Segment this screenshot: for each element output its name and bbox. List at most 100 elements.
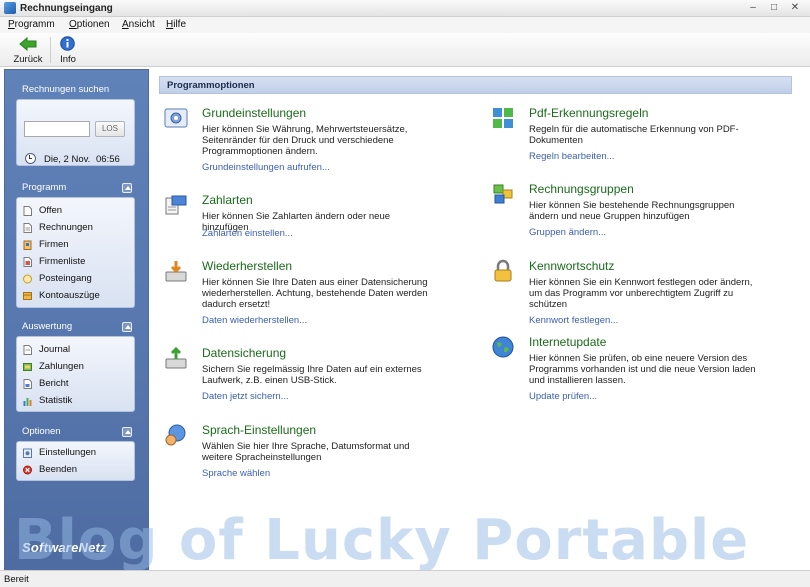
option-description: Hier können Sie prüfen, ob eine neuere V… bbox=[529, 353, 756, 386]
sidebar-item-firmenliste[interactable]: Firmenliste bbox=[23, 255, 128, 270]
sidebar-item-posteingang[interactable]: Posteingang bbox=[23, 272, 128, 287]
info-label: Info bbox=[60, 54, 76, 65]
settings-gear-icon bbox=[164, 108, 188, 128]
option-title[interactable]: Kennwortschutz bbox=[529, 259, 614, 273]
menu-hilfe[interactable]: Hilfe bbox=[166, 19, 186, 30]
option-link[interactable]: Daten jetzt sichern... bbox=[202, 391, 289, 402]
sidebar-item-beenden[interactable]: Beenden bbox=[23, 463, 128, 478]
menu-ansicht[interactable]: Ansicht bbox=[122, 19, 155, 30]
title-bar[interactable]: Rechnungseingang – □ ✕ bbox=[0, 0, 810, 17]
sidebar-item-statistik[interactable]: Statistik bbox=[23, 394, 128, 409]
current-time: 06:56 bbox=[96, 154, 120, 165]
option-title[interactable]: Grundeinstellungen bbox=[202, 106, 306, 120]
option-grundeinstellungen: Grundeinstellungen Hier können Sie Währu… bbox=[164, 106, 454, 176]
programm-panel-header: Programm bbox=[16, 181, 135, 195]
sidebar-item-label: Posteingang bbox=[39, 273, 92, 284]
sidebar-item-kontoauszuege[interactable]: Kontoauszüge bbox=[23, 289, 128, 304]
sidebar-item-label: Offen bbox=[39, 205, 63, 216]
optionen-panel: Einstellungen Beenden bbox=[16, 441, 135, 481]
sidebar-item-bericht[interactable]: Bericht bbox=[23, 377, 128, 392]
programm-panel-title: Programm bbox=[22, 182, 67, 193]
company-list-icon bbox=[23, 257, 32, 267]
option-sprach-einstellungen: Sprach-Einstellungen Wählen Sie hier Ihr… bbox=[164, 423, 454, 483]
back-label: Zurück bbox=[13, 54, 43, 65]
status-bar: Bereit bbox=[0, 570, 810, 587]
status-text: Bereit bbox=[4, 574, 29, 585]
sidebar-item-rechnungen[interactable]: Rechnungen bbox=[23, 221, 128, 236]
option-title[interactable]: Rechnungsgruppen bbox=[529, 182, 634, 196]
option-title[interactable]: Pdf-Erkennungsregeln bbox=[529, 106, 648, 120]
option-title[interactable]: Internetupdate bbox=[529, 335, 606, 349]
maximize-button[interactable]: □ bbox=[765, 1, 783, 15]
optionen-panel-title: Optionen bbox=[22, 426, 61, 437]
option-link[interactable]: Gruppen ändern... bbox=[529, 227, 606, 238]
back-button[interactable]: Zurück bbox=[9, 36, 47, 66]
clock-icon bbox=[25, 153, 36, 164]
restore-icon bbox=[165, 261, 187, 282]
page-title: Programmoptionen bbox=[167, 80, 255, 91]
main-content: Programmoptionen Grundeinstellungen Hier… bbox=[159, 76, 792, 570]
toolbar-divider bbox=[50, 37, 51, 63]
sidebar-item-firmen[interactable]: Firmen bbox=[23, 238, 128, 253]
option-description: Sichern Sie regelmässig Ihre Daten auf e… bbox=[202, 364, 422, 386]
option-datensicherung: Datensicherung Sichern Sie regelmässig I… bbox=[164, 346, 454, 406]
payments-icon bbox=[23, 363, 32, 371]
option-title[interactable]: Zahlarten bbox=[202, 193, 253, 207]
close-button[interactable]: ✕ bbox=[786, 1, 804, 15]
search-panel-title: Rechnungen suchen bbox=[22, 84, 110, 95]
sidebar-item-label: Firmenliste bbox=[39, 256, 86, 267]
backup-icon bbox=[165, 346, 187, 369]
menu-optionen[interactable]: Optionen bbox=[69, 19, 110, 30]
inbox-icon bbox=[23, 274, 32, 284]
option-description: Regeln für die automatische Erkennung vo… bbox=[529, 124, 739, 146]
option-link[interactable]: Kennwort festlegen... bbox=[529, 315, 618, 326]
programm-panel: Offen Rechnungen Firmen Firmenliste Post… bbox=[16, 197, 135, 308]
option-link[interactable]: Daten wiederherstellen... bbox=[202, 315, 307, 326]
watermark: Blog of Lucky Portable bbox=[14, 508, 750, 573]
sidebar-item-zahlungen[interactable]: Zahlungen bbox=[23, 360, 128, 375]
option-link[interactable]: Sprache wählen bbox=[202, 468, 270, 479]
journal-icon bbox=[23, 345, 32, 355]
option-title[interactable]: Sprach-Einstellungen bbox=[202, 423, 316, 437]
option-description: Hier können Sie ein Kennwort festlegen o… bbox=[529, 277, 753, 310]
menu-programm[interactable]: Programm bbox=[8, 19, 55, 30]
option-link[interactable]: Zahlarten einstellen... bbox=[202, 228, 293, 239]
sidebar-item-offen[interactable]: Offen bbox=[23, 204, 128, 219]
sidebar-item-label: Rechnungen bbox=[39, 222, 93, 233]
minimize-button[interactable]: – bbox=[744, 1, 762, 15]
bank-statement-icon bbox=[23, 292, 32, 300]
option-rechnungsgruppen: Rechnungsgruppen Hier können Sie bestehe… bbox=[491, 182, 781, 242]
sidebar-item-journal[interactable]: Journal bbox=[23, 343, 128, 358]
search-go-button[interactable]: LOS bbox=[95, 121, 125, 137]
option-zahlarten: Zahlarten Hier können Sie Zahlarten ände… bbox=[164, 193, 454, 243]
sidebar-item-label: Einstellungen bbox=[39, 447, 97, 458]
report-icon bbox=[23, 379, 32, 389]
search-panel-header: Rechnungen suchen bbox=[16, 83, 135, 97]
search-panel: LOS Die, 2 Nov. 06:56 bbox=[16, 99, 135, 166]
collapse-programm-icon[interactable] bbox=[122, 183, 132, 193]
collapse-auswertung-icon[interactable] bbox=[122, 322, 132, 332]
option-title[interactable]: Wiederherstellen bbox=[202, 259, 292, 273]
collapse-optionen-icon[interactable] bbox=[122, 427, 132, 437]
optionen-panel-header: Optionen bbox=[16, 425, 135, 439]
option-wiederherstellen: Wiederherstellen Hier können Sie Ihre Da… bbox=[164, 259, 454, 329]
sidebar-item-label: Beenden bbox=[39, 464, 78, 475]
sidebar-item-label: Zahlungen bbox=[39, 361, 84, 372]
sidebar-item-label: Bericht bbox=[39, 378, 69, 389]
sidebar-item-einstellungen[interactable]: Einstellungen bbox=[23, 446, 128, 461]
info-button[interactable]: Info bbox=[56, 36, 80, 66]
auswertung-panel-header: Auswertung bbox=[16, 320, 135, 334]
option-internetupdate: Internetupdate Hier können Sie prüfen, o… bbox=[491, 335, 781, 405]
search-input[interactable] bbox=[24, 121, 90, 137]
option-link[interactable]: Regeln bearbeiten... bbox=[529, 151, 615, 162]
auswertung-panel-title: Auswertung bbox=[22, 321, 73, 332]
sidebar-item-label: Kontoauszüge bbox=[39, 290, 100, 301]
sidebar: Rechnungen suchen LOS Die, 2 Nov. 06:56 … bbox=[4, 69, 149, 570]
sidebar-item-label: Firmen bbox=[39, 239, 69, 250]
option-link[interactable]: Update prüfen... bbox=[529, 391, 597, 402]
option-title[interactable]: Datensicherung bbox=[202, 346, 286, 360]
option-link[interactable]: Grundeinstellungen aufrufen... bbox=[202, 162, 330, 173]
settings-icon bbox=[23, 448, 32, 458]
option-pdf-erkennungsregeln: Pdf-Erkennungsregeln Regeln für die auto… bbox=[491, 106, 781, 166]
info-icon bbox=[60, 36, 75, 51]
